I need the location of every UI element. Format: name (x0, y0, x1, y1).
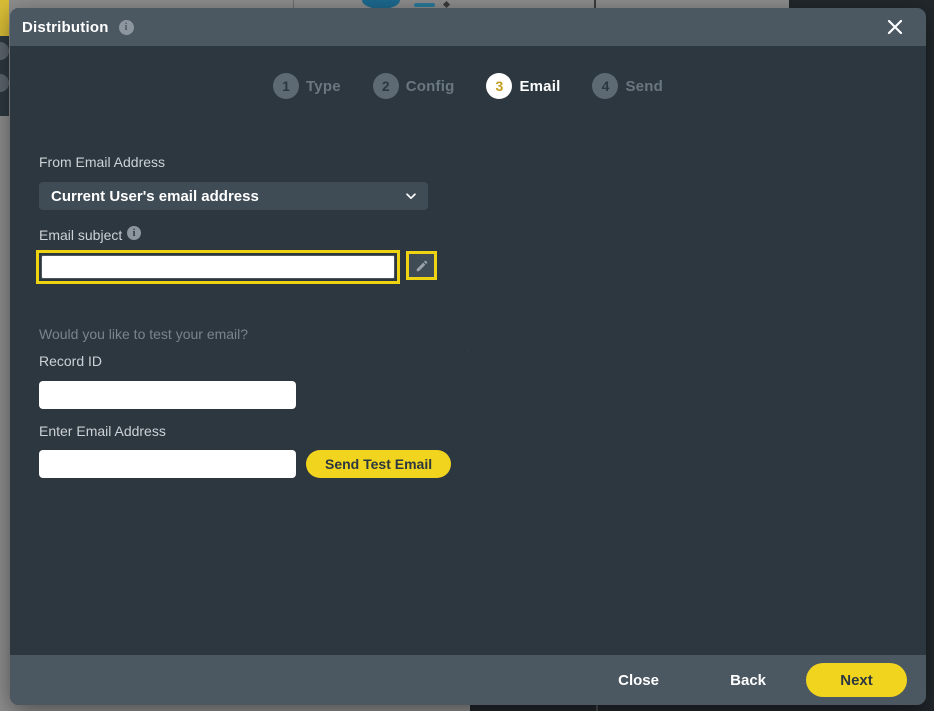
wizard-stepper: 1 Type 2 Config 3 Email 4 Send (10, 73, 926, 99)
test-email-question: Would you like to test your email? (39, 326, 248, 342)
from-email-label: From Email Address (39, 154, 165, 170)
step-email[interactable]: 3 Email (486, 73, 560, 99)
record-id-label: Record ID (39, 353, 102, 369)
modal-body: 1 Type 2 Config 3 Email 4 Send From Emai… (10, 46, 926, 655)
distribution-modal: Distribution i 1 Type 2 Config 3 Email (10, 8, 926, 705)
info-icon[interactable]: i (119, 20, 134, 35)
backdrop-mark (443, 1, 450, 8)
backdrop-sidebar (0, 36, 9, 116)
pencil-icon (415, 259, 429, 273)
close-button[interactable]: Close (618, 655, 659, 705)
back-button[interactable]: Back (730, 655, 766, 705)
step-config[interactable]: 2 Config (373, 73, 455, 99)
modal-title: Distribution (22, 19, 109, 36)
step-label: Send (625, 78, 662, 95)
step-number: 3 (486, 73, 512, 99)
next-button[interactable]: Next (806, 663, 907, 697)
step-label: Type (306, 78, 341, 95)
step-type[interactable]: 1 Type (273, 73, 341, 99)
edit-subject-button[interactable] (406, 251, 437, 280)
backdrop-teal-bar (414, 3, 435, 7)
backdrop-divider (596, 704, 598, 711)
chevron-down-icon (404, 189, 418, 203)
email-subject-highlight (36, 250, 400, 284)
email-subject-input[interactable] (41, 255, 395, 279)
from-email-selected-value: Current User's email address (51, 188, 404, 205)
close-icon[interactable] (884, 16, 906, 38)
step-label: Config (406, 78, 455, 95)
test-email-address-input[interactable] (39, 450, 296, 478)
backdrop-sidebar-logo (0, 0, 9, 36)
backdrop-divider (293, 0, 294, 8)
send-test-email-button[interactable]: Send Test Email (306, 450, 451, 478)
modal-header: Distribution i (10, 8, 926, 46)
step-send[interactable]: 4 Send (592, 73, 662, 99)
step-number: 2 (373, 73, 399, 99)
step-number: 1 (273, 73, 299, 99)
enter-email-label: Enter Email Address (39, 423, 166, 439)
info-icon[interactable]: i (127, 226, 141, 240)
from-email-dropdown[interactable]: Current User's email address (39, 182, 428, 210)
step-label: Email (519, 78, 560, 95)
step-number: 4 (592, 73, 618, 99)
email-subject-label: Email subject (39, 227, 122, 243)
modal-footer: Close Back Next (10, 655, 926, 705)
record-id-input[interactable] (39, 381, 296, 409)
